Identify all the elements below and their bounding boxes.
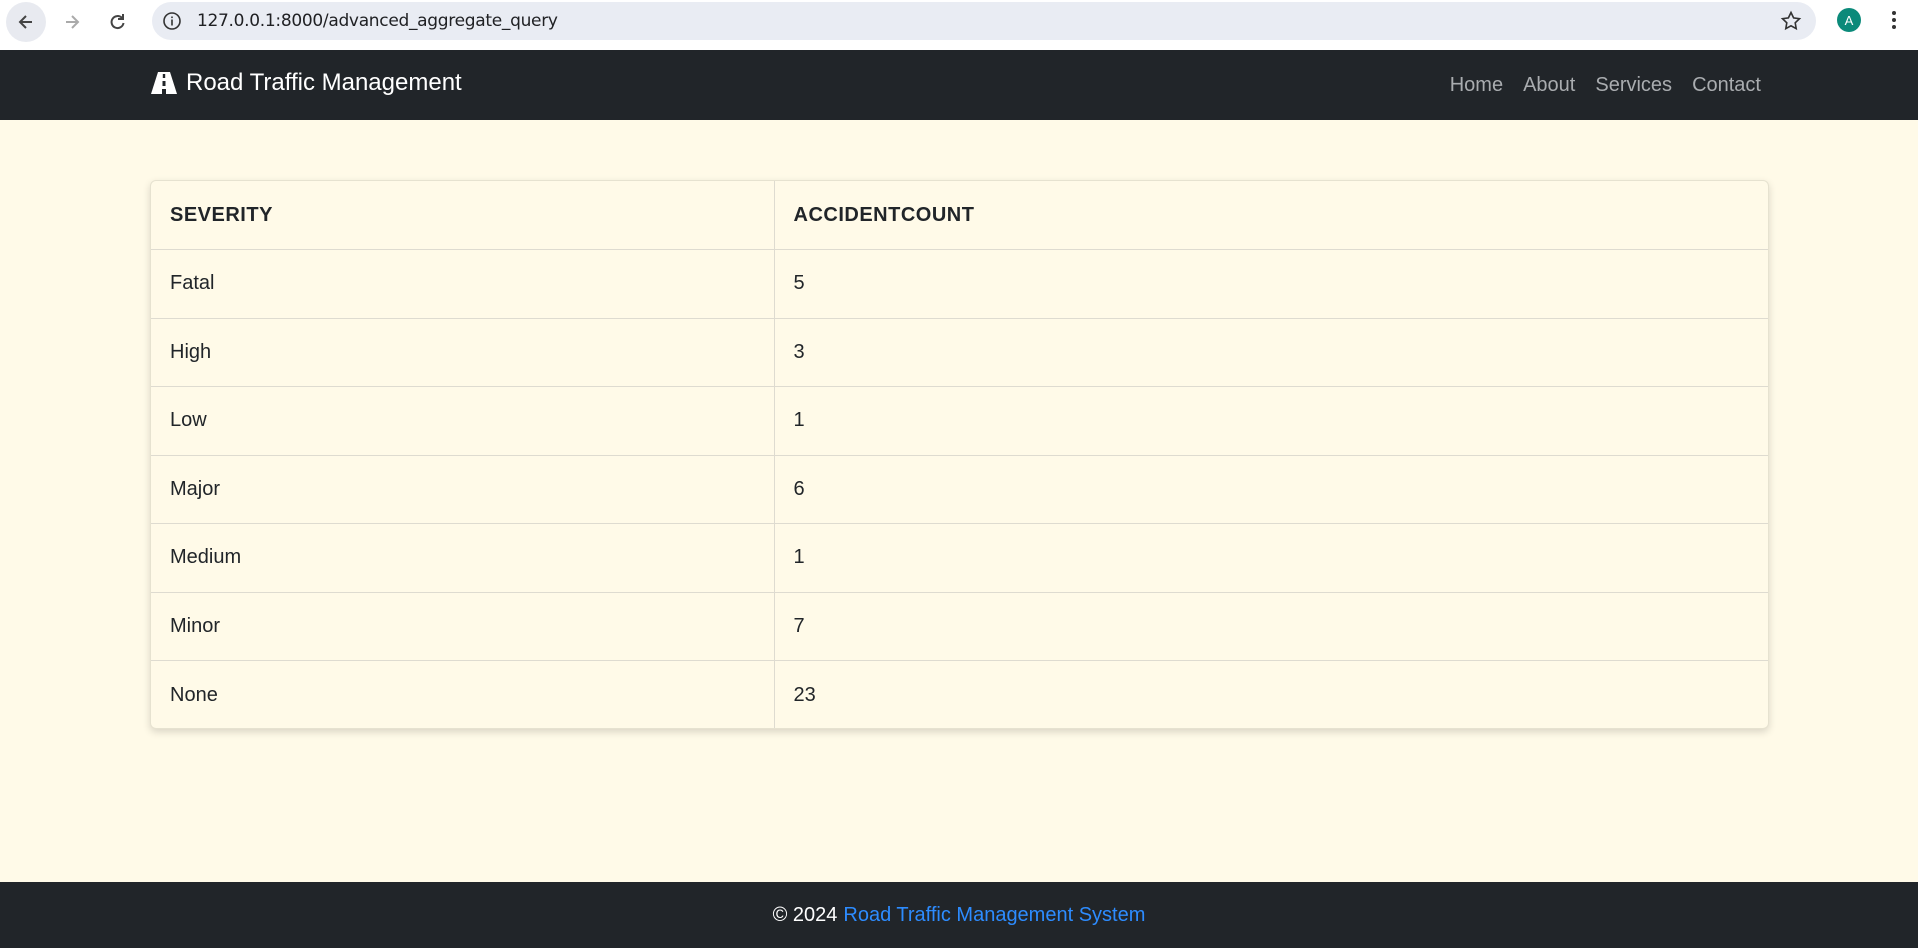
brand-link[interactable]: Road Traffic Management: [150, 69, 462, 97]
nav-about-link[interactable]: About: [1523, 74, 1575, 97]
count-cell: 1: [774, 523, 1768, 593]
table-row: Minor 7: [151, 592, 1768, 661]
severity-cell: Low: [151, 386, 775, 456]
road-icon: [151, 72, 177, 94]
severity-cell: Major: [151, 455, 775, 524]
more-vert-icon[interactable]: [1882, 8, 1906, 32]
arrow-right-icon: [66, 15, 80, 29]
count-cell: 3: [774, 318, 1768, 387]
table-row: Medium 1: [151, 523, 1768, 593]
nav-contact-link[interactable]: Contact: [1692, 74, 1761, 97]
nav-links: Home About Services Contact: [1450, 74, 1761, 97]
browser-toolbar: 127.0.0.1:8000/advanced_aggregate_query …: [0, 0, 1918, 50]
url-text: 127.0.0.1:8000/advanced_aggregate_query: [197, 11, 558, 31]
footer-system-link[interactable]: Road Traffic Management System: [843, 904, 1145, 927]
nav-home-link[interactable]: Home: [1450, 74, 1503, 97]
table-row: High 3: [151, 318, 1768, 387]
page-footer: © 2024 Road Traffic Management System: [0, 882, 1918, 948]
table-row: Major 6: [151, 455, 1768, 524]
severity-header: SEVERITY: [151, 181, 775, 250]
brand-title: Road Traffic Management: [186, 69, 462, 96]
table-header-row: SEVERITY ACCIDENTCOUNT: [151, 181, 1768, 250]
severity-cell: Minor: [151, 592, 775, 661]
reload-icon: [110, 14, 125, 30]
count-cell: 5: [774, 249, 1768, 319]
table-row: Fatal 5: [151, 249, 1768, 319]
severity-cell: Fatal: [151, 249, 775, 319]
table-row: Low 1: [151, 386, 1768, 456]
count-cell: 6: [774, 455, 1768, 524]
forward-button[interactable]: [52, 2, 92, 42]
profile-avatar[interactable]: A: [1837, 8, 1861, 32]
back-button[interactable]: [6, 2, 46, 42]
arrow-left-icon: [18, 15, 32, 29]
nav-services-link[interactable]: Services: [1595, 74, 1672, 97]
severity-cell: None: [151, 660, 775, 728]
count-cell: 23: [793, 683, 816, 706]
severity-cell: High: [151, 318, 775, 387]
results-card: SEVERITY ACCIDENTCOUNT Fatal 5 High 3 Lo…: [150, 180, 1769, 729]
app-navbar: Road Traffic Management Home About Servi…: [0, 50, 1918, 120]
accidentcount-header: ACCIDENTCOUNT: [774, 181, 1768, 250]
info-icon[interactable]: [162, 11, 182, 31]
address-bar[interactable]: 127.0.0.1:8000/advanced_aggregate_query: [152, 2, 1816, 40]
bookmark-star-icon[interactable]: [1780, 10, 1802, 32]
count-cell: 7: [774, 592, 1768, 661]
aggregate-results-table: SEVERITY ACCIDENTCOUNT Fatal 5 High 3 Lo…: [151, 181, 1768, 728]
footer-copyright: © 2024: [772, 903, 838, 926]
reload-button[interactable]: [97, 2, 137, 42]
table-row: None 23: [151, 660, 1768, 728]
count-cell: 1: [774, 386, 1768, 456]
severity-cell: Medium: [151, 523, 775, 593]
